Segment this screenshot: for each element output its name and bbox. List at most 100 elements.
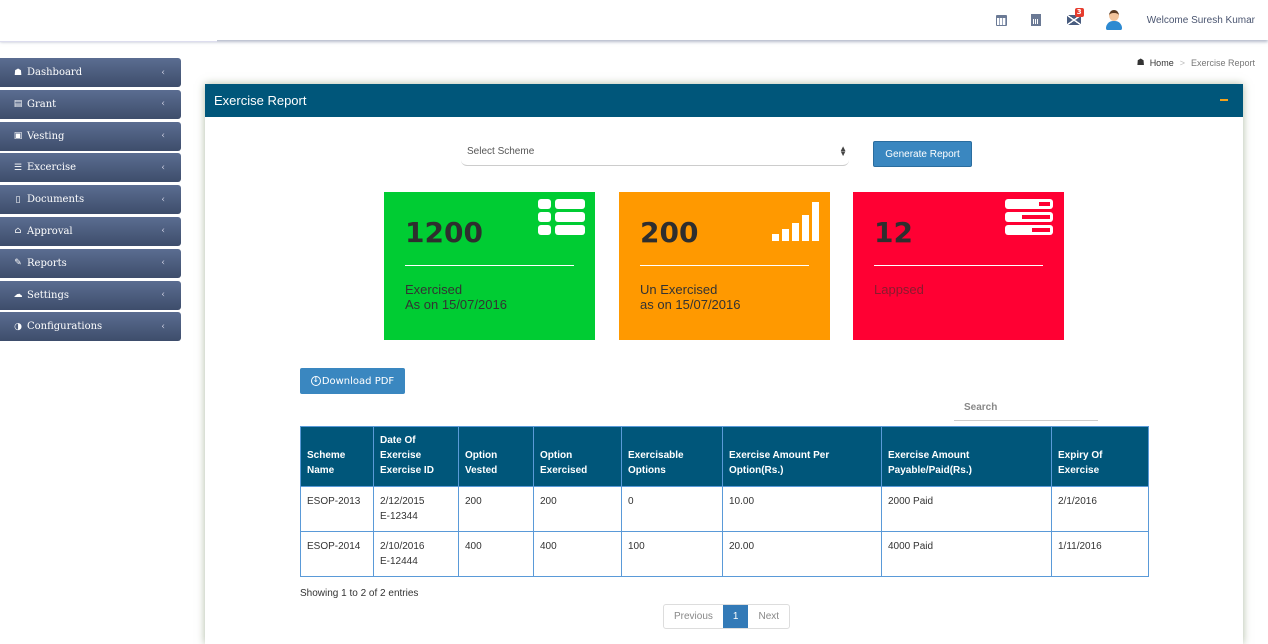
header-icons: 3 Welcome Suresh Kumar — [995, 0, 1268, 40]
card-label-line1: Un Exercised — [640, 282, 718, 297]
chevron-left-icon: ‹ — [161, 99, 165, 110]
list-icon — [538, 199, 585, 235]
sidebar-item-approval[interactable]: ⌂ Approval ‹ — [0, 216, 181, 246]
cell-scheme: ESOP-2013 — [300, 486, 374, 532]
paperclip-icon: ✎ — [14, 258, 22, 269]
table-info: Showing 1 to 2 of 2 entries — [300, 588, 419, 599]
sidebar-item-configurations[interactable]: ◑ Configurations ‹ — [0, 312, 181, 342]
scheme-select[interactable]: Select Scheme ▲ ▼ — [461, 142, 849, 166]
sidebar-item-label: Excercise — [27, 162, 77, 174]
table-row: ESOP-2014 2/10/2016 E-12444 400 400 100 2… — [300, 531, 1149, 577]
breadcrumb-current: Exercise Report — [1190, 57, 1255, 68]
chevron-left-icon: ‹ — [161, 226, 165, 237]
cell-exercisable: 100 — [621, 531, 723, 577]
cell-expiry: 2/1/2016 — [1051, 486, 1149, 532]
adjust-icon: ◑ — [14, 321, 22, 332]
lapsed-card: 12 Lappsed — [853, 192, 1064, 340]
sidebar: ☗ Dashboard ‹ ▤ Grant ‹ ▣ Vesting ‹ ☰ Ex… — [0, 58, 181, 344]
cloud-chart-icon: ☁ — [13, 290, 23, 301]
cell-vested: 400 — [458, 531, 534, 577]
download-pdf-button[interactable]: ↓ Download PDF — [300, 368, 405, 394]
panel-header: Exercise Report — [205, 84, 1243, 117]
exercised-card: 1200 Exercised As on 15/07/2016 — [384, 192, 595, 340]
card-label-line1: Exercised — [405, 282, 463, 297]
next-page-button[interactable]: Next — [748, 605, 789, 628]
card-label-line2: As on 15/07/2016 — [405, 297, 507, 312]
unexercised-card: 200 Un Exercised as on 15/07/2016 — [619, 192, 830, 340]
sidebar-item-label: Dashboard — [27, 67, 83, 78]
file-icon: ▤ — [13, 99, 23, 110]
unexercised-label: Un Exercised as on 15/07/2016 — [640, 282, 809, 312]
logo-area — [0, 0, 217, 42]
exercise-report-panel: Exercise Report Select Scheme ▲ ▼ Generat… — [205, 84, 1243, 644]
chevron-left-icon: ‹ — [161, 67, 165, 78]
card-divider — [874, 265, 1043, 266]
header-amount-per-option[interactable]: Exercise Amount Per Option(Rs.) — [722, 426, 882, 487]
breadcrumb-home[interactable]: Home — [1150, 58, 1174, 68]
search-field[interactable] — [954, 398, 1098, 421]
chevron-left-icon: ‹ — [161, 321, 165, 332]
cell-expiry: 1/11/2016 — [1051, 531, 1149, 577]
sidebar-item-vesting[interactable]: ▣ Vesting ‹ — [0, 121, 181, 151]
sidebar-item-label: Approval — [27, 225, 73, 237]
header-expiry[interactable]: Expiry Of Exercise — [1051, 426, 1149, 487]
cell-exercisable: 0 — [621, 486, 723, 532]
cell-exercised: 200 — [533, 486, 622, 532]
header-date-exercise-id[interactable]: Date Of Exercise Exercise ID — [373, 426, 459, 487]
sidebar-item-grant[interactable]: ▤ Grant ‹ — [0, 89, 181, 119]
header-option-exercised[interactable]: Option Exercised — [533, 426, 622, 487]
table-header-row: Scheme Name Date Of Exercise Exercise ID Op… — [300, 426, 1149, 487]
top-header: 3 Welcome Suresh Kumar — [0, 0, 1268, 42]
cell-exercised: 400 — [533, 531, 622, 577]
minimize-icon[interactable] — [1220, 99, 1228, 101]
document-icon: ▯ — [15, 194, 21, 205]
exercise-table: Scheme Name Date Of Exercise Exercise ID Op… — [300, 426, 1149, 577]
card-divider — [640, 265, 809, 266]
cell-date-id: 2/10/2016 E-12444 — [373, 531, 459, 577]
lapsed-label: Lappsed — [874, 282, 1043, 297]
signal-bars-icon — [772, 202, 819, 241]
select-arrows-icon: ▲ ▼ — [839, 144, 847, 158]
calendar-icon[interactable] — [995, 14, 1007, 26]
exercised-label: Exercised As on 15/07/2016 — [405, 282, 574, 312]
sidebar-item-label: Reports — [27, 257, 67, 269]
card-label-line2: as on 15/07/2016 — [640, 297, 741, 312]
progress-list-icon — [1005, 199, 1053, 235]
mail-icon[interactable]: 3 — [1066, 8, 1084, 25]
sidebar-item-settings[interactable]: ☁ Settings ‹ — [0, 280, 181, 310]
dashboard-icon: ☗ — [13, 67, 23, 78]
header-scheme-name[interactable]: Scheme Name — [300, 426, 374, 487]
money-icon: ▣ — [13, 131, 23, 142]
header-exercisable-options[interactable]: Exercisable Options — [621, 426, 723, 487]
header-option-vested[interactable]: Option Vested — [458, 426, 534, 487]
scheme-select-value: Select Scheme — [467, 146, 535, 157]
welcome-text[interactable]: Welcome Suresh Kumar — [1147, 15, 1255, 26]
chevron-left-icon: ‹ — [161, 290, 165, 301]
generate-report-button[interactable]: Generate Report — [873, 141, 972, 167]
chevron-left-icon: ‹ — [161, 258, 165, 269]
cell-amount-per-option: 20.00 — [722, 531, 882, 577]
chevron-left-icon: ‹ — [161, 131, 165, 142]
breadcrumb-separator: > — [1179, 57, 1185, 68]
sidebar-item-excercise[interactable]: ☰ Excercise ‹ — [0, 153, 181, 183]
previous-page-button[interactable]: Previous — [664, 605, 723, 628]
sidebar-item-reports[interactable]: ✎ Reports ‹ — [0, 248, 181, 278]
sidebar-item-label: Documents — [27, 194, 85, 206]
sidebar-item-label: Vesting — [27, 130, 65, 142]
chevron-left-icon: ‹ — [161, 194, 165, 205]
page-1-button[interactable]: 1 — [722, 605, 749, 628]
card-divider — [405, 265, 574, 266]
download-icon: ↓ — [310, 376, 321, 386]
sidebar-item-dashboard[interactable]: ☗ Dashboard ‹ — [0, 58, 181, 87]
calculator-icon[interactable] — [1030, 14, 1041, 26]
download-pdf-label: Download PDF — [321, 375, 395, 387]
sidebar-item-label: Grant — [27, 98, 57, 110]
cell-amount-payable: 4000 Paid — [881, 531, 1052, 577]
user-avatar[interactable] — [1105, 10, 1123, 30]
sidebar-item-label: Configurations — [27, 321, 103, 333]
sidebar-item-documents[interactable]: ▯ Documents ‹ — [0, 185, 181, 215]
header-amount-payable[interactable]: Exercise Amount Payable/Paid(Rs.) — [881, 426, 1052, 487]
search-input[interactable] — [964, 402, 1088, 413]
bank-icon: ⌂ — [14, 226, 22, 237]
cell-amount-per-option: 10.00 — [722, 486, 882, 532]
